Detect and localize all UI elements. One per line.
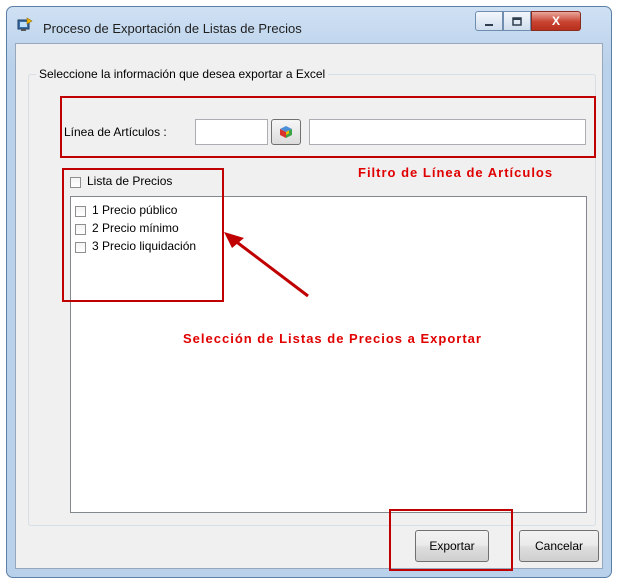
export-app-icon	[17, 17, 33, 31]
window-title: Proceso de Exportación de Listas de Prec…	[43, 21, 302, 36]
close-icon: X	[551, 14, 560, 28]
minimize-button[interactable]	[475, 11, 503, 31]
lista-highlight-box	[62, 168, 224, 302]
seleccion-annotation: Selección de Listas de Precios a Exporta…	[183, 331, 482, 346]
cancelar-button[interactable]: Cancelar	[519, 530, 599, 562]
maximize-icon	[512, 17, 522, 26]
exportar-highlight-box	[389, 509, 513, 571]
close-button[interactable]: X	[531, 11, 581, 31]
group-legend: Seleccione la información que desea expo…	[36, 67, 329, 81]
arrow-annotation	[224, 232, 309, 298]
maximize-button[interactable]	[503, 11, 531, 31]
minimize-icon	[485, 24, 493, 26]
filtro-highlight-box	[60, 96, 596, 158]
title-bar[interactable]: Proceso de Exportación de Listas de Prec…	[7, 7, 611, 43]
filtro-annotation: Filtro de Línea de Artículos	[358, 165, 554, 180]
